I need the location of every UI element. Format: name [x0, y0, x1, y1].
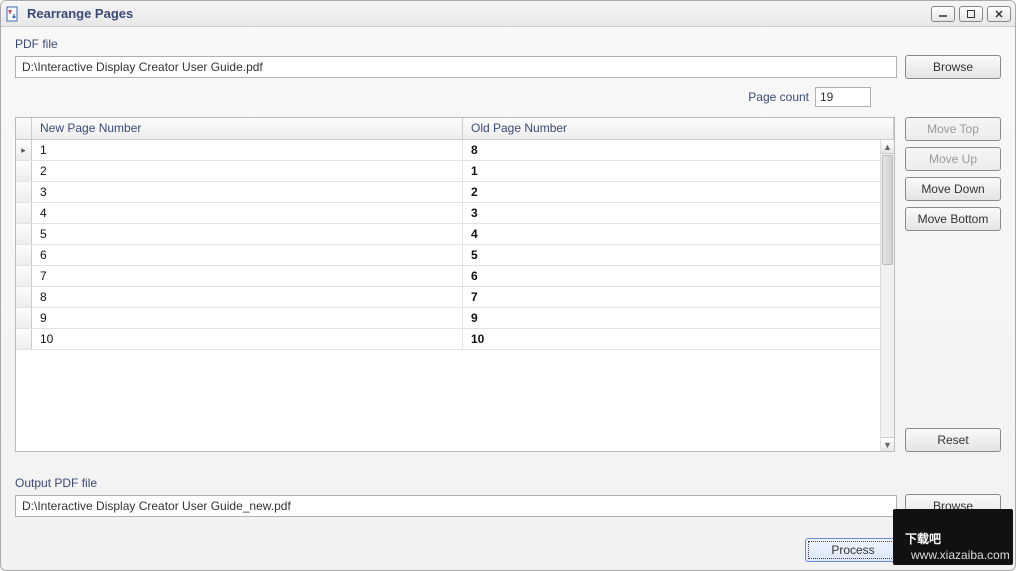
table-row[interactable]: ▸18: [16, 140, 894, 161]
row-marker: [16, 203, 32, 223]
row-marker: [16, 161, 32, 181]
page-count-label: Page count: [748, 90, 809, 104]
pdf-file-row: Browse: [15, 55, 1001, 79]
row-marker: [16, 266, 32, 286]
minimize-button[interactable]: [931, 6, 955, 22]
table-row[interactable]: 43: [16, 203, 894, 224]
watermark-url: www.xiazaiba.com: [910, 548, 1010, 562]
process-button[interactable]: Process: [805, 538, 901, 562]
move-down-button[interactable]: Move Down: [905, 177, 1001, 201]
titlebar: Rearrange Pages: [1, 1, 1015, 27]
pages-grid[interactable]: New Page Number Old Page Number ▸1821324…: [15, 117, 895, 452]
output-file-input[interactable]: [15, 495, 897, 517]
pdf-file-label: PDF file: [15, 37, 1001, 51]
table-row[interactable]: 99: [16, 308, 894, 329]
cell-old-page[interactable]: 2: [463, 182, 894, 202]
side-buttons: Move Top Move Up Move Down Move Bottom R…: [905, 117, 1001, 452]
cell-new-page[interactable]: 3: [32, 182, 463, 202]
cell-new-page[interactable]: 4: [32, 203, 463, 223]
grid-scrollbar[interactable]: ▲ ▼: [880, 140, 894, 451]
reset-button[interactable]: Reset: [905, 428, 1001, 452]
main-area: New Page Number Old Page Number ▸1821324…: [15, 117, 1001, 452]
app-icon: [5, 6, 21, 22]
table-row[interactable]: 54: [16, 224, 894, 245]
cell-old-page[interactable]: 5: [463, 245, 894, 265]
table-row[interactable]: 21: [16, 161, 894, 182]
cell-old-page[interactable]: 10: [463, 329, 894, 349]
content-area: PDF file Browse Page count New Page Numb…: [1, 27, 1015, 570]
cell-new-page[interactable]: 7: [32, 266, 463, 286]
cell-new-page[interactable]: 1: [32, 140, 463, 160]
table-row[interactable]: 32: [16, 182, 894, 203]
row-marker: [16, 245, 32, 265]
output-file-row: Browse: [15, 494, 1001, 518]
row-marker: [16, 224, 32, 244]
watermark-cn: 下载吧: [905, 531, 941, 546]
page-count-value: [815, 87, 871, 107]
col-header-new[interactable]: New Page Number: [32, 118, 463, 139]
scroll-up-arrow[interactable]: ▲: [881, 140, 894, 154]
cell-old-page[interactable]: 1: [463, 161, 894, 181]
pdf-file-input[interactable]: [15, 56, 897, 78]
close-button[interactable]: [987, 6, 1011, 22]
table-row[interactable]: 76: [16, 266, 894, 287]
cell-old-page[interactable]: 6: [463, 266, 894, 286]
grid-corner: [16, 118, 32, 139]
maximize-button[interactable]: [959, 6, 983, 22]
row-marker: ▸: [16, 140, 32, 160]
row-marker: [16, 329, 32, 349]
cell-new-page[interactable]: 5: [32, 224, 463, 244]
table-row[interactable]: 1010: [16, 329, 894, 350]
cell-old-page[interactable]: 7: [463, 287, 894, 307]
row-marker: [16, 182, 32, 202]
cell-old-page[interactable]: 4: [463, 224, 894, 244]
scroll-thumb[interactable]: [882, 155, 893, 265]
browse-pdf-button[interactable]: Browse: [905, 55, 1001, 79]
output-section: Output PDF file Browse: [15, 476, 1001, 518]
output-file-label: Output PDF file: [15, 476, 1001, 490]
page-count-row: Page count: [15, 87, 1001, 107]
bottom-bar: Process: [15, 518, 1001, 562]
spacer: [905, 237, 1001, 422]
row-marker: [16, 287, 32, 307]
cell-old-page[interactable]: 3: [463, 203, 894, 223]
grid-body: ▸1821324354657687991010: [16, 140, 894, 451]
window-title: Rearrange Pages: [27, 6, 931, 21]
move-top-button[interactable]: Move Top: [905, 117, 1001, 141]
cell-new-page[interactable]: 10: [32, 329, 463, 349]
move-up-button[interactable]: Move Up: [905, 147, 1001, 171]
scroll-down-arrow[interactable]: ▼: [881, 437, 894, 451]
grid-header: New Page Number Old Page Number: [16, 118, 894, 140]
cell-new-page[interactable]: 6: [32, 245, 463, 265]
col-header-old[interactable]: Old Page Number: [463, 118, 894, 139]
move-bottom-button[interactable]: Move Bottom: [905, 207, 1001, 231]
table-row[interactable]: 87: [16, 287, 894, 308]
watermark: 下载吧 www.xiazaiba.com: [893, 509, 1013, 568]
cell-old-page[interactable]: 9: [463, 308, 894, 328]
cell-new-page[interactable]: 2: [32, 161, 463, 181]
window-controls: [931, 6, 1011, 22]
cell-old-page[interactable]: 8: [463, 140, 894, 160]
app-window: Rearrange Pages PDF file Browse Page cou…: [0, 0, 1016, 571]
cell-new-page[interactable]: 8: [32, 287, 463, 307]
cell-new-page[interactable]: 9: [32, 308, 463, 328]
row-marker: [16, 308, 32, 328]
table-row[interactable]: 65: [16, 245, 894, 266]
